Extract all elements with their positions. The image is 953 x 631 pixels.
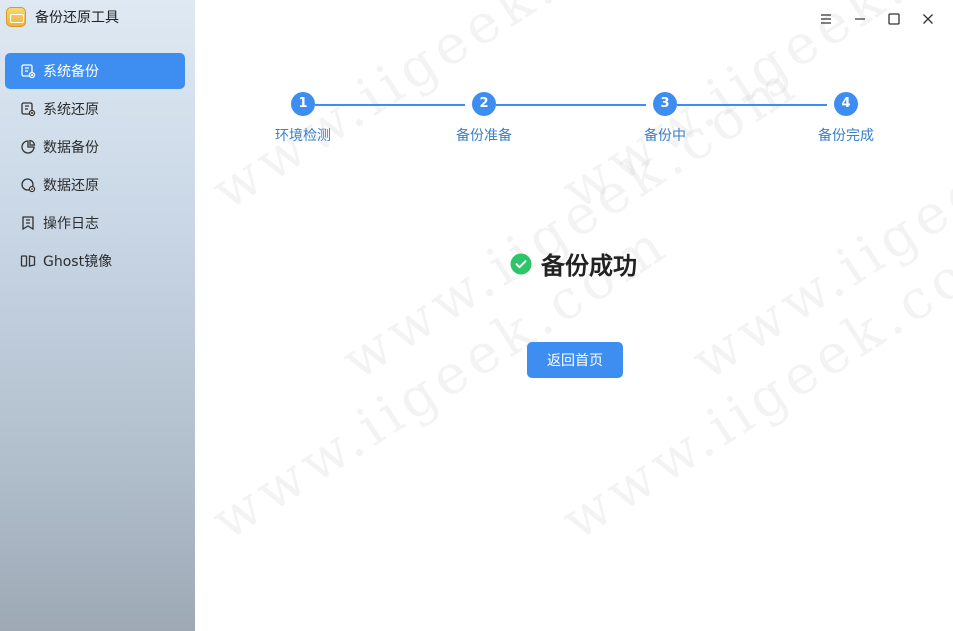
progress-stepper: 1 环境检测 2 备份准备 3 备份中 4 备份完成 (195, 92, 953, 152)
sidebar-item-label: Ghost镜像 (43, 254, 113, 270)
result-text: 备份成功 (541, 252, 637, 280)
ghost-image-icon (20, 253, 36, 269)
system-backup-icon (20, 63, 36, 79)
maximize-button[interactable] (877, 8, 911, 30)
sidebar-nav: 系统备份 系统还原 数据备份 数据还原 操作日志 Ghost镜像 (5, 53, 185, 281)
menu-button[interactable] (809, 8, 843, 30)
data-backup-icon (20, 139, 36, 155)
minimize-button[interactable] (843, 8, 877, 30)
step-4: 4 备份完成 (801, 92, 891, 145)
menu-icon (821, 14, 831, 24)
sidebar-item-label: 数据还原 (43, 178, 99, 194)
step-number: 1 (291, 92, 315, 116)
sidebar-item-label: 操作日志 (43, 216, 99, 232)
data-restore-icon (20, 177, 36, 193)
step-label: 备份中 (644, 128, 686, 144)
sidebar-item-label: 系统还原 (43, 102, 99, 118)
step-1: 1 环境检测 (258, 92, 348, 145)
sidebar-item-ghost-image[interactable]: Ghost镜像 (5, 243, 185, 279)
sidebar-item-data-restore[interactable]: 数据还原 (5, 167, 185, 203)
step-label: 备份准备 (456, 128, 512, 144)
close-button[interactable] (911, 8, 945, 30)
return-home-button[interactable]: 返回首页 (527, 342, 623, 378)
sidebar-item-system-restore[interactable]: 系统还原 (5, 91, 185, 127)
step-3: 3 备份中 (620, 92, 710, 145)
sidebar-item-data-backup[interactable]: 数据备份 (5, 129, 185, 165)
system-restore-icon (20, 101, 36, 117)
app-title: 备份还原工具 (35, 10, 119, 26)
step-number: 4 (834, 92, 858, 116)
result-message: 备份成功 (510, 246, 637, 281)
step-2: 2 备份准备 (439, 92, 529, 145)
step-label: 环境检测 (275, 128, 331, 144)
sidebar: 备份还原工具 系统备份 系统还原 数据备份 数据还原 操作日志 Ghost镜像 (0, 0, 195, 631)
sidebar-item-operation-log[interactable]: 操作日志 (5, 205, 185, 241)
log-icon (20, 215, 36, 231)
minimize-icon (855, 18, 865, 20)
sidebar-item-label: 系统备份 (43, 64, 99, 80)
sidebar-item-system-backup[interactable]: 系统备份 (5, 53, 185, 89)
app-header: 备份还原工具 (6, 6, 119, 28)
step-number: 3 (653, 92, 677, 116)
step-number: 2 (472, 92, 496, 116)
success-check-icon (510, 253, 532, 274)
main-panel: www.iigeek.com www.iigeek.com www.iigeek… (195, 0, 953, 631)
maximize-icon (888, 13, 900, 25)
close-icon (923, 14, 933, 24)
window-controls (809, 8, 945, 30)
step-label: 备份完成 (818, 128, 874, 144)
sidebar-item-label: 数据备份 (43, 140, 99, 156)
app-logo-icon (6, 7, 26, 27)
